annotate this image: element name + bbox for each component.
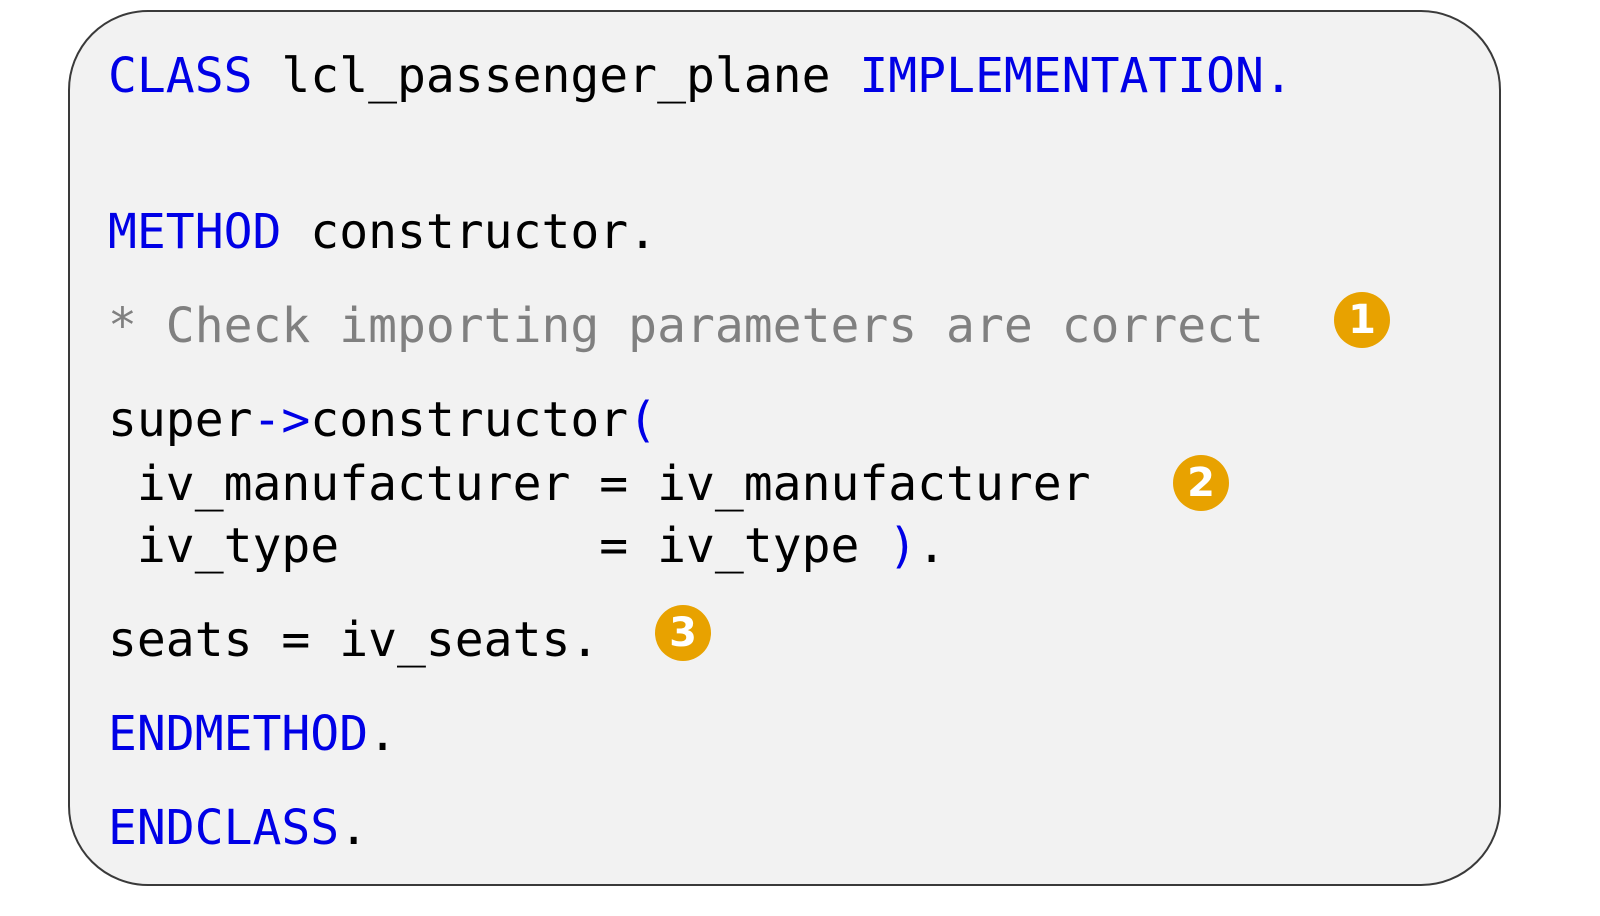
endclass-period: . (339, 800, 369, 856)
arrow-operator: -> (252, 392, 311, 448)
super-method: constructor (310, 392, 629, 448)
code-line-method: METHOD constructor. (108, 208, 657, 256)
callout-marker-2: 2 (1173, 455, 1229, 511)
keyword-class: CLASS (108, 48, 253, 104)
callout-marker-1: 1 (1334, 292, 1390, 348)
keyword-endmethod: ENDMETHOD (108, 706, 369, 762)
code-line-param-type: iv_type = iv_type ). (108, 522, 946, 570)
code-comment: * Check importing parameters are correct (108, 298, 1264, 354)
code-line-endmethod: ENDMETHOD. (108, 710, 397, 758)
class-name: lcl_passenger_plane (252, 48, 860, 104)
keyword-method: METHOD (108, 204, 282, 260)
endmethod-period: . (368, 706, 397, 762)
close-paren: ) (888, 518, 918, 574)
super-object: super (108, 392, 253, 448)
method-name: constructor. (281, 204, 658, 260)
keyword-implementation: IMPLEMENTATION. (859, 48, 1293, 104)
code-line-seats: seats = iv_seats. (108, 612, 600, 668)
statement-end: . (917, 518, 947, 574)
keyword-endclass: ENDCLASS (108, 800, 340, 856)
callout-marker-3: 3 (655, 605, 711, 661)
code-line-param-manufacturer: iv_manufacturer = iv_manufacturer (108, 456, 1091, 512)
code-line-class: CLASS lcl_passenger_plane IMPLEMENTATION… (108, 52, 1293, 100)
open-paren: ( (628, 392, 658, 448)
code-line-endclass: ENDCLASS. (108, 804, 368, 852)
code-line-super-call: super->constructor( (108, 396, 657, 444)
param-type-text: iv_type = iv_type (108, 518, 889, 574)
